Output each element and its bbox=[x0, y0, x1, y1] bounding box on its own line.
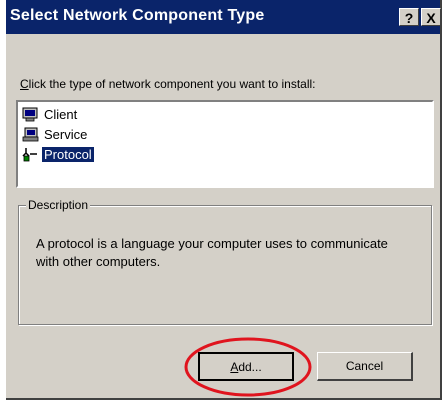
list-item-label: Service bbox=[44, 127, 88, 142]
list-item-protocol[interactable]: Protocol bbox=[22, 145, 95, 164]
help-button[interactable]: ? bbox=[399, 8, 419, 26]
instruction-rest: lick the type of network component you w… bbox=[28, 77, 316, 91]
list-item-label: Client bbox=[44, 107, 78, 122]
select-network-component-dialog: Select Network Component Type ? X Click … bbox=[6, 0, 442, 400]
component-type-list[interactable]: Client Service Protocol bbox=[16, 100, 434, 188]
description-group-title: Description bbox=[26, 198, 91, 212]
highlight-ellipse-annotation bbox=[184, 337, 312, 397]
description-text: A protocol is a language your computer u… bbox=[36, 236, 388, 269]
instruction-text: Click the type of network component you … bbox=[20, 77, 316, 91]
list-item-service[interactable]: Service bbox=[22, 125, 89, 144]
cancel-button[interactable]: Cancel bbox=[317, 352, 413, 381]
close-button[interactable]: X bbox=[421, 8, 441, 26]
client-icon bbox=[22, 107, 39, 122]
list-item-label: Protocol bbox=[41, 146, 95, 163]
service-icon bbox=[22, 127, 39, 142]
list-item-client[interactable]: Client bbox=[22, 105, 79, 124]
instruction-accel: C bbox=[20, 77, 29, 91]
window-title: Select Network Component Type bbox=[10, 7, 265, 24]
title-bar[interactable]: Select Network Component Type ? X bbox=[6, 0, 441, 34]
protocol-icon bbox=[22, 147, 39, 162]
